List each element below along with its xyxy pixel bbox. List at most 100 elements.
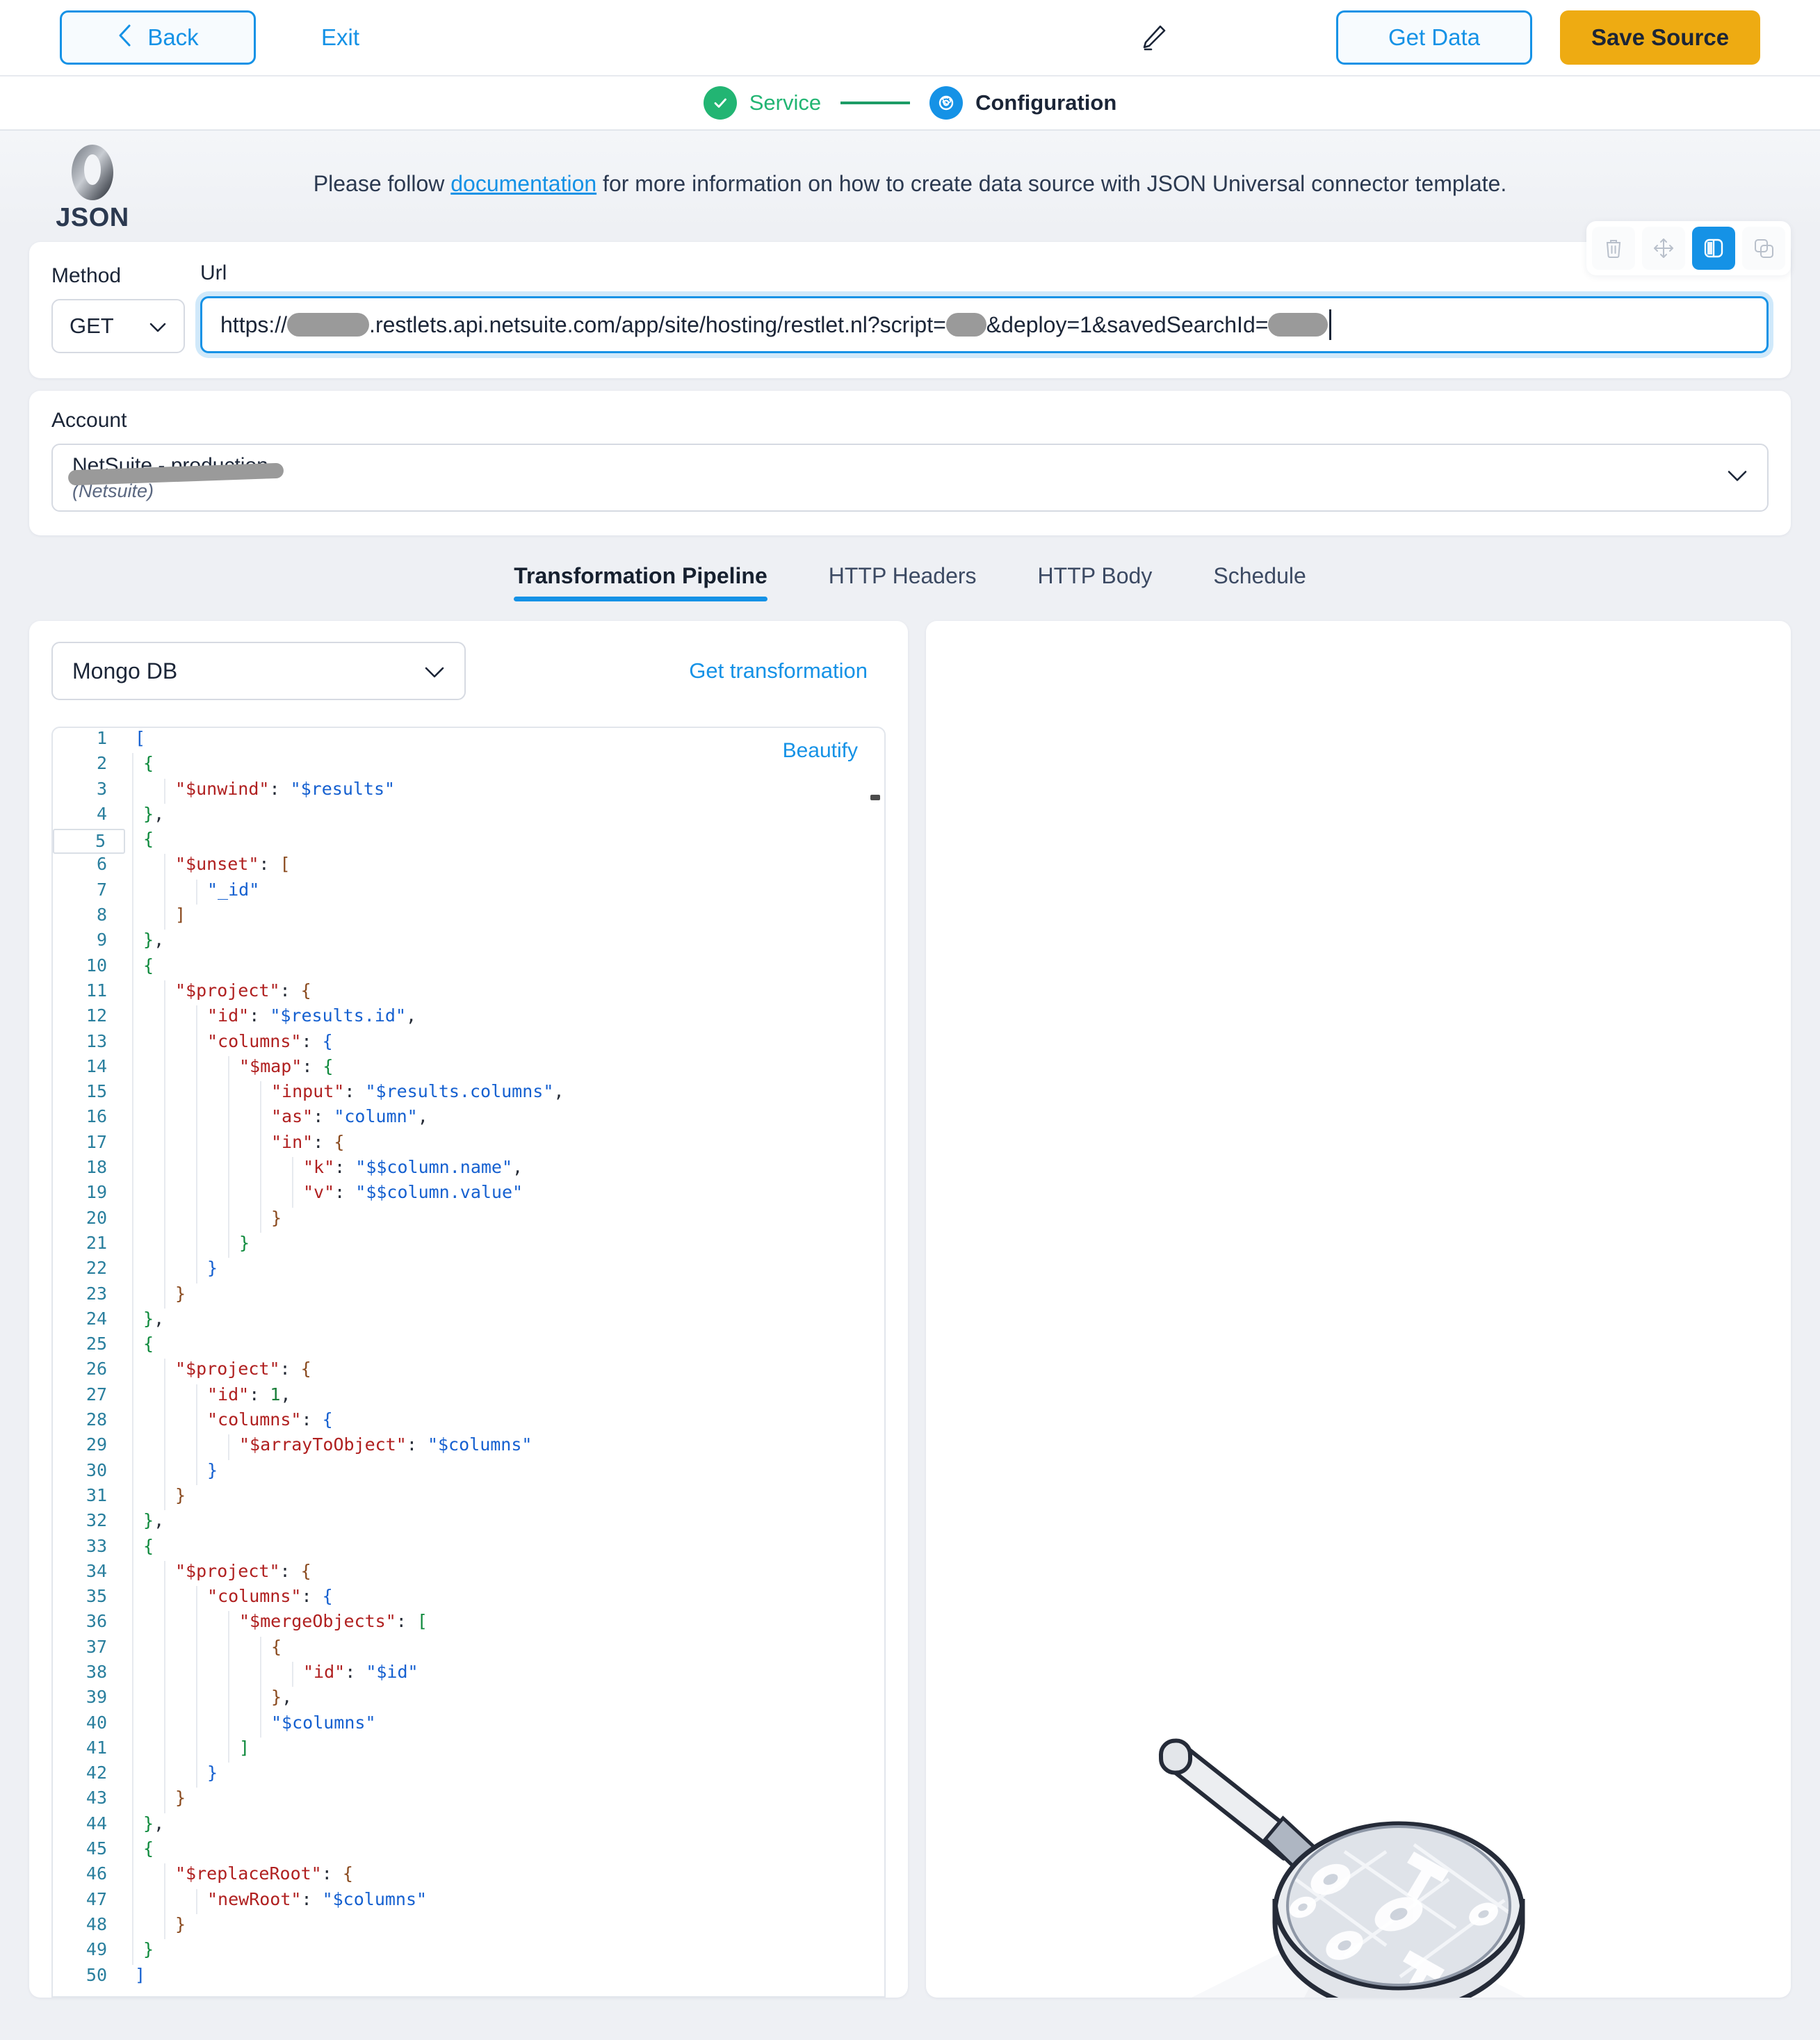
step-configuration[interactable]: Configuration [929, 86, 1116, 120]
code-line[interactable]: 5{ [53, 829, 884, 855]
indent-guide [228, 1661, 229, 1687]
url-field: Url https:// .restlets.api.netsuite.com/a… [200, 261, 1769, 353]
indent-guide [132, 1157, 133, 1183]
line-number: 24 [86, 1308, 107, 1329]
line-number: 19 [86, 1182, 107, 1203]
code-line[interactable]: 50] [53, 1965, 884, 1990]
tab-schedule[interactable]: Schedule [1183, 563, 1336, 601]
tab-http-headers[interactable]: HTTP Headers [798, 563, 1007, 601]
code-line[interactable]: 3 "$unwind": "$results" [53, 778, 884, 804]
config-tabs: Transformation Pipeline HTTP Headers HTT… [0, 563, 1820, 601]
code-line[interactable]: 37 { [53, 1636, 884, 1662]
get-transformation-link[interactable]: Get transformation [689, 658, 886, 683]
indent-guide [164, 879, 165, 905]
code-line[interactable]: 36 "$mergeObjects": [ [53, 1611, 884, 1637]
code-line[interactable]: 25 { [53, 1334, 884, 1359]
code-line[interactable]: 46 "$replaceRoot": { [53, 1863, 884, 1889]
beautify-link[interactable]: Beautify [783, 739, 858, 763]
code-line[interactable]: 40 "$columns" [53, 1712, 884, 1738]
code-line[interactable]: 28 "columns": { [53, 1409, 884, 1435]
code-line[interactable]: 4}, [53, 803, 884, 829]
code-line[interactable]: 35 "columns": { [53, 1586, 884, 1612]
code-line[interactable]: 43} [53, 1788, 884, 1813]
line-number: 42 [86, 1763, 107, 1783]
code-line[interactable]: 12 "id": "$results.id", [53, 1005, 884, 1031]
code-line[interactable]: 33 { [53, 1535, 884, 1561]
json-logo-label: JSON [56, 203, 129, 232]
code-line[interactable]: 20} [53, 1207, 884, 1233]
code-line[interactable]: 42} [53, 1763, 884, 1788]
code-line[interactable]: 38 "id": "$id" [53, 1661, 884, 1687]
code-line[interactable]: 22} [53, 1258, 884, 1284]
line-number: 39 [86, 1687, 107, 1708]
code-line[interactable]: 16 "as": "column", [53, 1106, 884, 1132]
code-line[interactable]: 15 "input": "$results.columns", [53, 1081, 884, 1107]
exit-link[interactable]: Exit [321, 24, 359, 51]
documentation-link[interactable]: documentation [450, 171, 596, 196]
code-line[interactable]: 41] [53, 1737, 884, 1763]
save-source-button[interactable]: Save Source [1560, 10, 1760, 65]
code-line[interactable]: 18 "k": "$$column.name", [53, 1157, 884, 1183]
code-line[interactable]: 9}, [53, 930, 884, 955]
code-line[interactable]: 34 "$project": { [53, 1560, 884, 1587]
code-line[interactable]: 49} [53, 1939, 884, 1965]
code-line[interactable]: 32}, [53, 1510, 884, 1536]
code-line[interactable]: 7 "_id" [53, 879, 884, 905]
delete-icon[interactable] [1592, 227, 1635, 270]
editor-scrollbar-thumb[interactable] [870, 795, 880, 800]
line-number: 21 [86, 1232, 107, 1253]
indent-guide [196, 1434, 197, 1460]
line-number: 46 [86, 1863, 107, 1884]
code-editor[interactable]: Beautify 1[2{3 "$unwind": "$results" 4}, 5{… [51, 727, 886, 1998]
code-line[interactable]: 2{ [53, 753, 884, 779]
code-line[interactable]: 24}, [53, 1308, 884, 1334]
code-line[interactable]: 14 "$map": { [53, 1055, 884, 1082]
back-button[interactable]: Back [60, 10, 256, 65]
code-line[interactable]: 6 "$unset": [ [53, 854, 884, 880]
database-select[interactable]: Mongo DB [51, 642, 466, 700]
code-line[interactable]: 29 "$arrayToObject": "$columns" [53, 1434, 884, 1460]
code-line[interactable]: 27 "id": 1, [53, 1384, 884, 1410]
code-line[interactable]: 10 { [53, 955, 884, 980]
indent-guide [164, 1207, 165, 1233]
step-service[interactable]: Service [703, 86, 821, 120]
code-text: "_id" [207, 879, 260, 900]
indent-guide [132, 1763, 133, 1788]
line-number: 38 [86, 1661, 107, 1682]
code-line[interactable]: 17 "in": { [53, 1131, 884, 1158]
chevron-down-icon[interactable] [1727, 470, 1748, 486]
code-line[interactable]: 26 "$project": { [53, 1359, 884, 1384]
code-line[interactable]: 21} [53, 1232, 884, 1258]
code-line[interactable]: 13 "columns": { [53, 1030, 884, 1056]
code-line[interactable]: 19 "v": "$$column.value" [53, 1182, 884, 1208]
split-view-icon[interactable] [1692, 227, 1735, 270]
code-line[interactable]: 39}, [53, 1687, 884, 1713]
method-select[interactable]: GET [51, 299, 185, 353]
get-data-button[interactable]: Get Data [1336, 10, 1532, 65]
code-line[interactable]: 31} [53, 1484, 884, 1511]
tab-transformation-pipeline[interactable]: Transformation Pipeline [483, 563, 798, 601]
code-line[interactable]: 8] [53, 905, 884, 930]
code-line[interactable]: 47 "newRoot": "$columns" [53, 1888, 884, 1914]
line-number: 17 [86, 1131, 107, 1152]
code-text: ] [175, 905, 186, 925]
account-select[interactable]: NetSuite - production (Netsuite) [51, 444, 1769, 512]
code-line[interactable]: 44}, [53, 1813, 884, 1839]
indent-guide [132, 1283, 133, 1309]
code-line[interactable]: 1[ [53, 728, 884, 753]
code-line[interactable]: 23} [53, 1283, 884, 1309]
indent-guide [228, 1106, 229, 1132]
code-line[interactable]: 48} [53, 1913, 884, 1940]
duplicate-icon[interactable] [1742, 227, 1785, 270]
url-input[interactable]: https:// .restlets.api.netsuite.com/app/s… [200, 296, 1769, 353]
indent-guide [132, 1863, 133, 1889]
code-text: "id": 1, [207, 1384, 291, 1404]
pencil-icon[interactable] [1137, 22, 1169, 54]
code-line[interactable]: 30} [53, 1459, 884, 1485]
code-line[interactable]: 11 "$project": { [53, 980, 884, 1006]
stepper-connector [840, 102, 911, 104]
step-configuration-label: Configuration [975, 90, 1117, 115]
tab-http-body[interactable]: HTTP Body [1007, 563, 1183, 601]
code-line[interactable]: 45 { [53, 1838, 884, 1864]
move-icon[interactable] [1642, 227, 1685, 270]
